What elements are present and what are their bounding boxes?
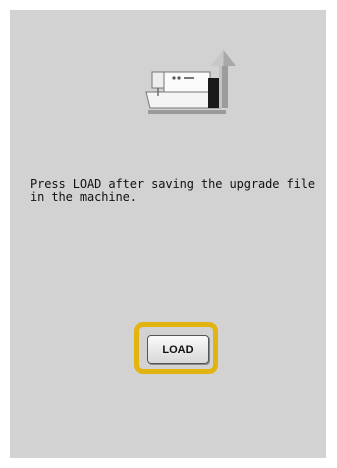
instruction-message: Press LOAD after saving the upgrade file… bbox=[30, 177, 315, 204]
sewing-machine-upgrade-icon bbox=[145, 50, 236, 114]
load-button[interactable]: LOAD bbox=[147, 335, 209, 364]
upgrade-screen-panel: Press LOAD after saving the upgrade file… bbox=[10, 10, 326, 458]
